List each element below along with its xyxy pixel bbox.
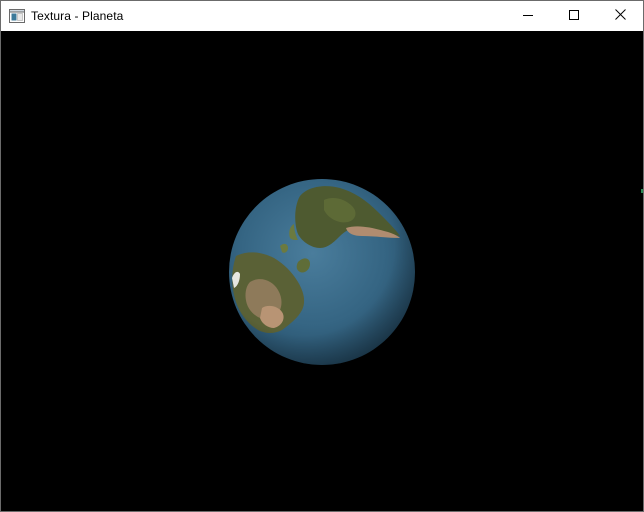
window-title: Textura - Planeta <box>31 9 124 23</box>
close-icon <box>614 7 626 25</box>
edge-marker <box>641 189 643 193</box>
close-button[interactable] <box>597 1 643 31</box>
maximize-button[interactable] <box>551 1 597 31</box>
maximize-icon <box>569 7 579 25</box>
render-canvas[interactable] <box>1 31 643 511</box>
window-controls <box>505 1 643 31</box>
minimize-button[interactable] <box>505 1 551 31</box>
minimize-icon <box>523 7 533 25</box>
textured-earth-sphere <box>228 178 416 366</box>
app-window: Textura - Planeta <box>0 0 644 512</box>
title-bar[interactable]: Textura - Planeta <box>1 1 643 31</box>
application-window-icon[interactable] <box>9 8 25 24</box>
